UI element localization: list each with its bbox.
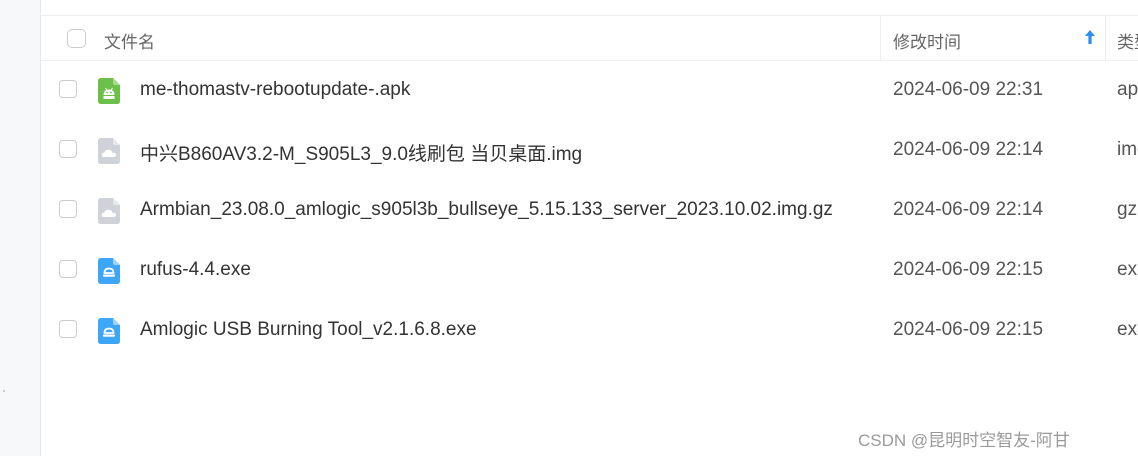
file-name[interactable]: Armbian_23.08.0_amlogic_s905l3b_bullseye… [140, 199, 833, 221]
row-checkbox[interactable] [59, 80, 77, 98]
column-header-modified-time[interactable]: 修改时间 [893, 28, 961, 53]
modified-time: 2024-06-09 22:14 [893, 199, 1044, 220]
file-type: exe [1117, 259, 1138, 280]
file-type: gz [1117, 199, 1138, 220]
file-type: img [1117, 139, 1138, 160]
left-sidebar [0, 0, 41, 456]
cloud-file-icon [98, 138, 120, 164]
column-header-type[interactable]: 类型 [1117, 28, 1138, 53]
file-type: apk [1117, 79, 1138, 100]
cloud-file-icon [98, 198, 120, 224]
file-table: 文件名 修改时间 类型 me-thomastv-rebootupdate-.ap… [41, 16, 1138, 361]
file-name[interactable]: Amlogic USB Burning Tool_v2.1.6.8.exe [140, 319, 477, 341]
row-checkbox[interactable] [59, 140, 77, 158]
row-checkbox[interactable] [59, 260, 77, 278]
table-row[interactable]: rufus-4.4.exe 2024-06-09 22:15 exe [41, 241, 1138, 301]
modified-time: 2024-06-09 22:15 [893, 259, 1044, 280]
row-checkbox[interactable] [59, 200, 77, 218]
row-checkbox[interactable] [59, 320, 77, 338]
table-row[interactable]: me-thomastv-rebootupdate-.apk 2024-06-09… [41, 61, 1138, 121]
sort-ascending-icon[interactable] [1083, 28, 1097, 46]
modified-time: 2024-06-09 22:14 [893, 139, 1044, 160]
modified-time: 2024-06-09 22:31 [893, 79, 1044, 100]
column-divider[interactable] [880, 16, 881, 60]
exe-file-icon [98, 318, 120, 344]
file-name[interactable]: 中兴B860AV3.2-M_S905L3_9.0线刷包 当贝桌面.img [140, 139, 582, 166]
table-row[interactable]: 中兴B860AV3.2-M_S905L3_9.0线刷包 当贝桌面.img 202… [41, 121, 1138, 181]
column-divider[interactable] [1105, 16, 1106, 60]
rail-marker [3, 390, 5, 392]
file-name[interactable]: rufus-4.4.exe [140, 259, 251, 281]
file-type: exe [1117, 319, 1138, 340]
modified-time: 2024-06-09 22:15 [893, 319, 1044, 340]
exe-file-icon [98, 258, 120, 284]
select-all-checkbox[interactable] [67, 29, 86, 48]
table-row[interactable]: Armbian_23.08.0_amlogic_s905l3b_bullseye… [41, 181, 1138, 241]
android-apk-icon [98, 78, 120, 104]
table-row[interactable]: Amlogic USB Burning Tool_v2.1.6.8.exe 20… [41, 301, 1138, 361]
column-header-name[interactable]: 文件名 [104, 28, 155, 53]
csdn-watermark: CSDN @昆明时空智友-阿甘 [858, 431, 1070, 450]
file-name[interactable]: me-thomastv-rebootupdate-.apk [140, 79, 410, 101]
table-header: 文件名 修改时间 类型 [41, 16, 1138, 61]
